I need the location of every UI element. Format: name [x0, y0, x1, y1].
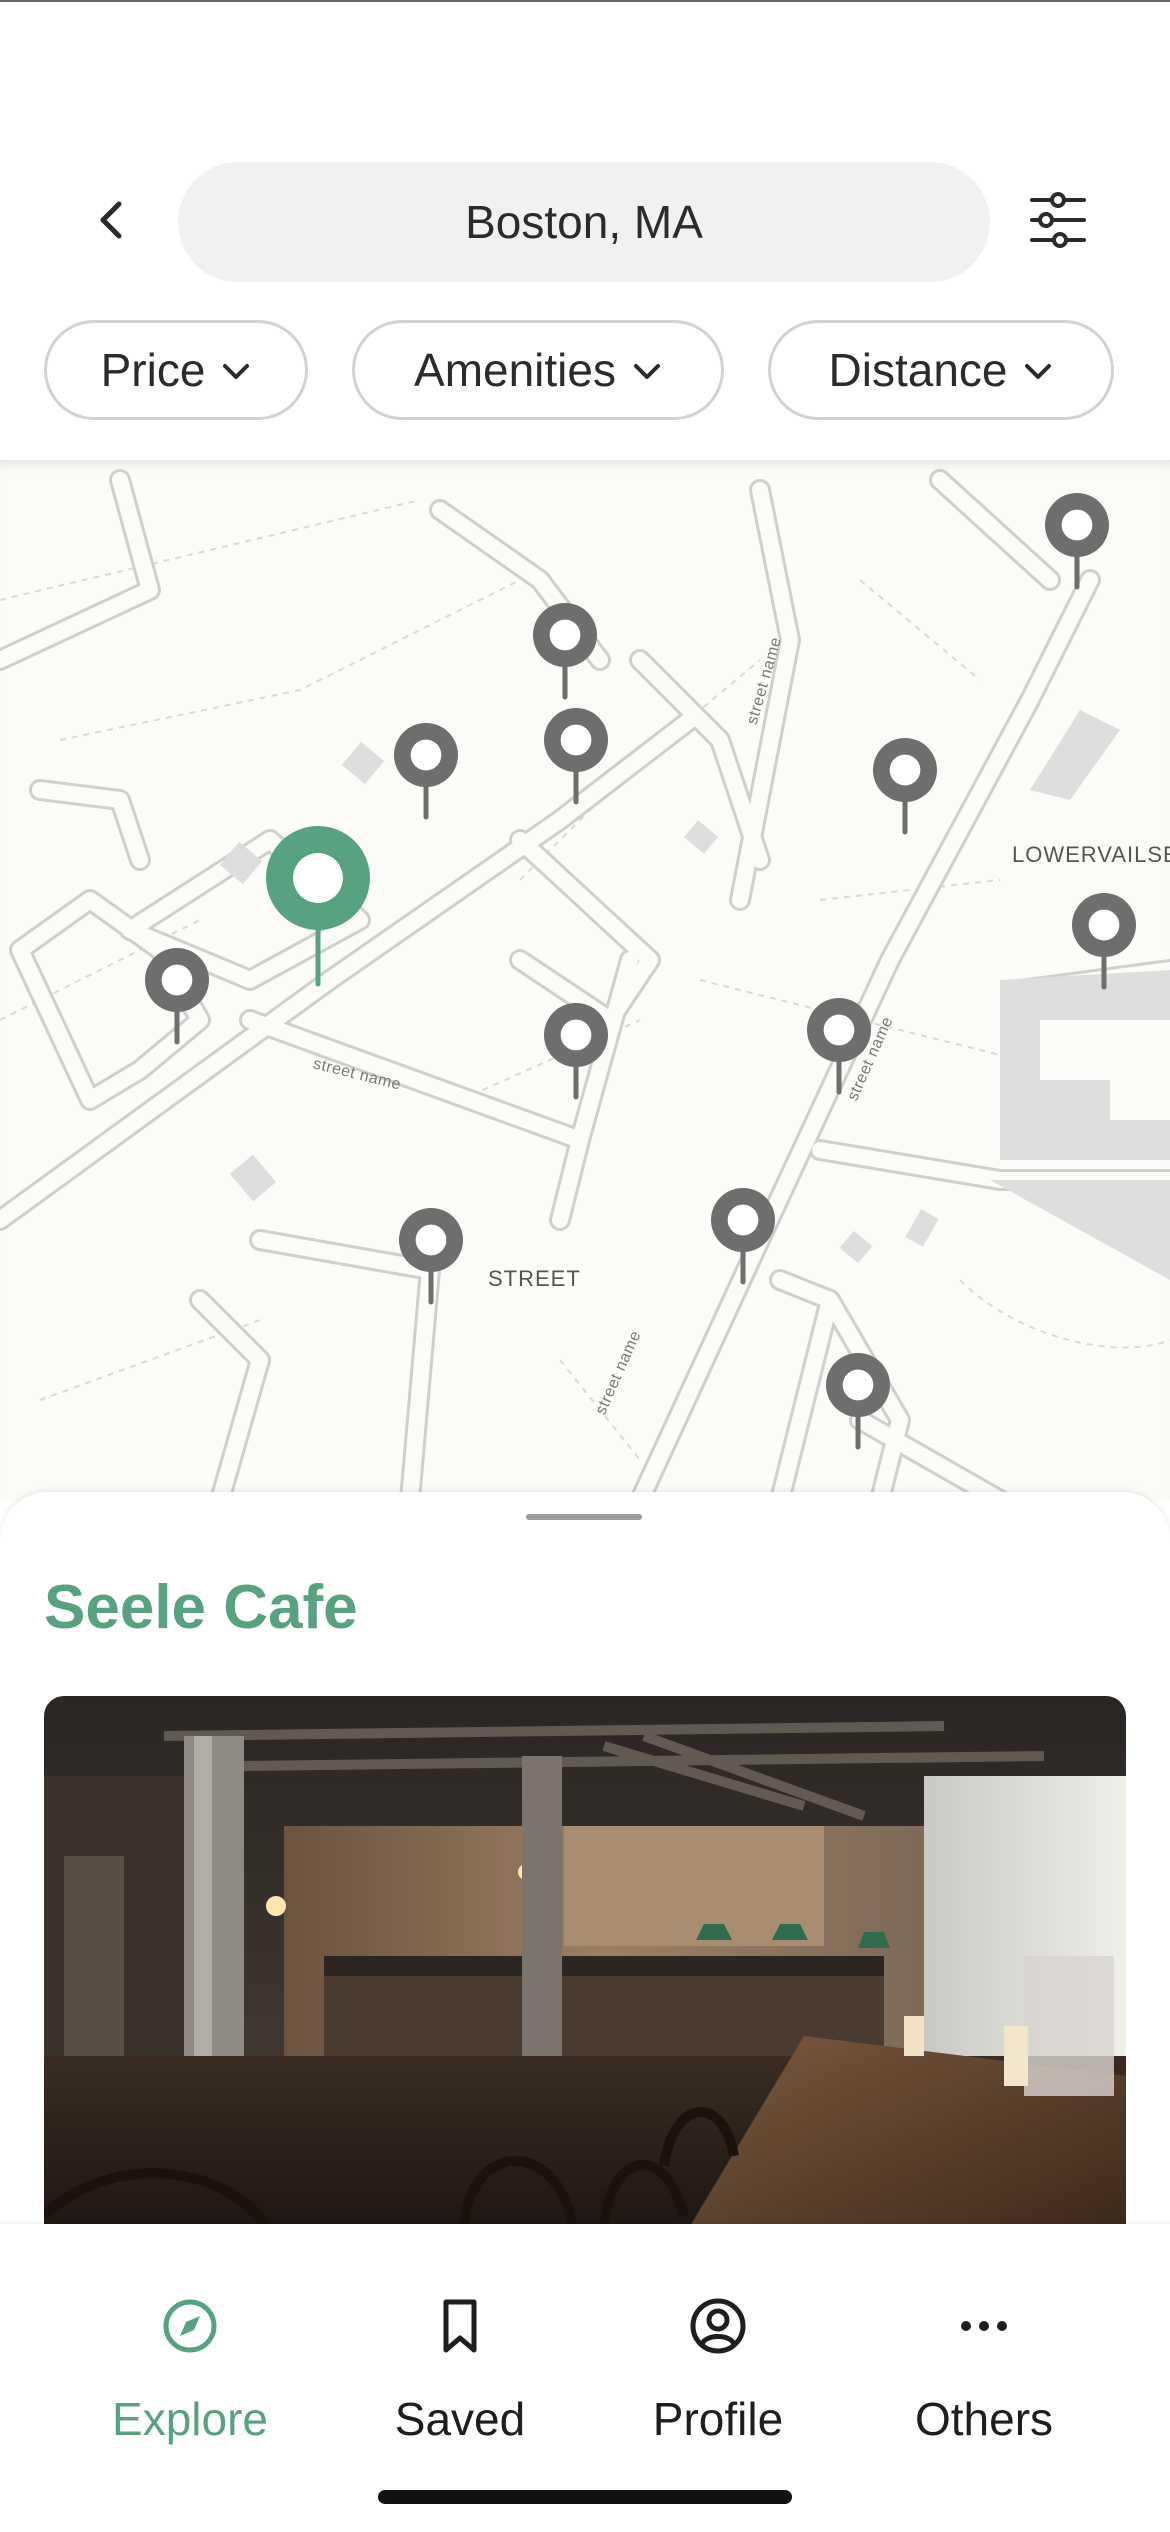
price-chip-label: Price: [100, 344, 206, 396]
map-pins: [145, 493, 1136, 1450]
map-pin[interactable]: [394, 723, 458, 820]
nav-profile-label: Profile: [652, 2393, 784, 2445]
map-pin[interactable]: [807, 998, 871, 1095]
nav-saved[interactable]: Saved: [330, 2294, 590, 2446]
distance-chip-label: Distance: [828, 344, 1008, 396]
amenities-chip-label: Amenities: [414, 344, 616, 396]
place-detail-sheet[interactable]: Seele Cafe: [0, 1492, 1170, 2232]
nav-others-label: Others: [914, 2393, 1054, 2445]
map-pin[interactable]: [544, 1003, 608, 1100]
price-filter-chip[interactable]: Price: [44, 320, 308, 420]
location-search-value: Boston, MA: [465, 196, 703, 248]
home-indicator: [378, 2490, 792, 2504]
more-horizontal-icon: [952, 2294, 1016, 2358]
sheet-drag-handle[interactable]: [526, 1514, 642, 1520]
chevron-down-icon: [633, 364, 660, 379]
map-pin[interactable]: [399, 1208, 463, 1305]
sliders-icon: [1030, 192, 1086, 248]
nav-saved-label: Saved: [394, 2393, 526, 2445]
map-pin[interactable]: [544, 708, 608, 805]
map-pin[interactable]: [826, 1353, 890, 1450]
map-pin[interactable]: [873, 738, 937, 835]
map-pin[interactable]: [1045, 493, 1109, 590]
chevron-left-icon: [100, 201, 122, 239]
nav-profile[interactable]: Profile: [588, 2294, 848, 2446]
place-title: Seele Cafe: [44, 1573, 358, 1642]
nav-others[interactable]: Others: [854, 2294, 1114, 2446]
map-pin[interactable]: [711, 1188, 775, 1285]
map-pin[interactable]: [533, 603, 597, 700]
map-view[interactable]: STREET LOWERVAILSE street name street na…: [0, 460, 1170, 1500]
status-bar-line: [0, 0, 1170, 2]
filter-button[interactable]: [1024, 186, 1092, 254]
chevron-down-icon: [1025, 364, 1052, 379]
bookmark-icon: [428, 2294, 492, 2358]
back-button[interactable]: [86, 190, 136, 250]
map-pin[interactable]: [145, 948, 209, 1045]
user-circle-icon: [686, 2294, 750, 2358]
selected-map-pin[interactable]: [266, 826, 370, 987]
amenities-filter-chip[interactable]: Amenities: [352, 320, 724, 420]
distance-filter-chip[interactable]: Distance: [768, 320, 1114, 420]
cafe-interior-image: [44, 1696, 1126, 2232]
nav-explore[interactable]: Explore: [60, 2294, 320, 2446]
bottom-navigation: Explore Saved Profile Others: [0, 2224, 1170, 2532]
location-search-field[interactable]: Boston, MA: [178, 162, 990, 282]
nav-explore-label: Explore: [112, 2393, 268, 2445]
map-pin[interactable]: [1072, 893, 1136, 990]
compass-icon: [158, 2294, 222, 2358]
chevron-down-icon: [223, 364, 250, 379]
place-photo[interactable]: [44, 1696, 1126, 2232]
